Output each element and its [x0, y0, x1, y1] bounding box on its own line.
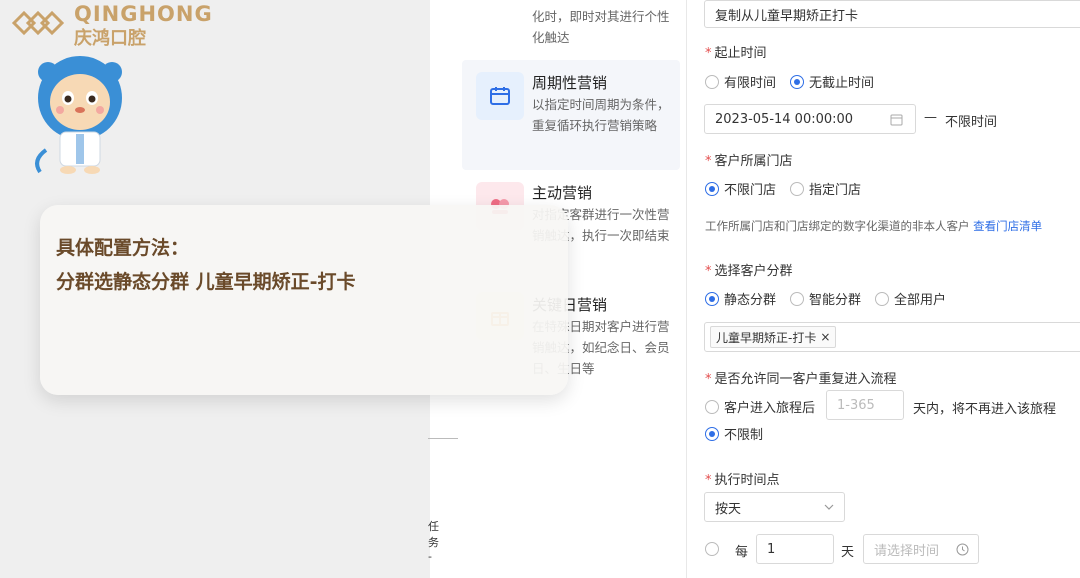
- radio-circle: [705, 399, 719, 414]
- callout-line-1: 具体配置方法：: [56, 237, 190, 259]
- radio-circle: [790, 181, 805, 196]
- every-days-input[interactable]: 1: [756, 534, 834, 564]
- brand-name-en: QINGHONG: [74, 2, 213, 26]
- lion-mascot-icon: [35, 56, 122, 174]
- segment-label: * 选择客户分群: [705, 264, 793, 279]
- range-separator: —: [924, 110, 937, 125]
- brand-logo: QINGHONG 庆鸿口腔: [12, 2, 232, 49]
- marketing-type-card-periodic[interactable]: 周期性营销 以指定时间周期为条件，重复循环执行营销策略: [462, 60, 680, 170]
- radio-circle: [790, 74, 805, 89]
- radio-no-end-time[interactable]: 无截止时间: [790, 72, 874, 91]
- store-label: * 客户所属门店: [705, 154, 793, 169]
- chevron-down-icon: [824, 504, 834, 510]
- radio-limited-time[interactable]: 有限时间: [705, 72, 776, 91]
- radio-circle: [705, 74, 719, 89]
- marketing-type-title: 周期性营销: [532, 74, 608, 92]
- callout-line-2: 分群选静态分群 儿童早期矫正-打卡: [56, 271, 356, 293]
- store-radio-group: 不限门店 指定门店: [705, 179, 875, 198]
- reentry-suffix: 天内，将不再进入该旅程: [913, 402, 1057, 417]
- journey-name-input[interactable]: 复制从儿童早期矫正打卡: [704, 0, 1080, 28]
- radio-circle: [705, 542, 719, 556]
- radio-circle: [790, 291, 805, 306]
- radio-specific-store[interactable]: 指定门店: [790, 179, 861, 198]
- segment-select[interactable]: 儿童早期矫正-打卡 ×: [704, 322, 1080, 352]
- calendar-icon: [890, 114, 903, 126]
- radio-circle: [705, 291, 719, 306]
- brand-logo-icon: [12, 10, 64, 36]
- instruction-callout: 具体配置方法： 分群选静态分群 儿童早期矫正-打卡: [40, 205, 568, 395]
- marketing-type-title: 主动营销: [532, 184, 593, 202]
- reentry-option-limited[interactable]: 客户进入旅程后: [705, 397, 815, 416]
- exec-time-picker[interactable]: 请选择时间: [863, 534, 979, 564]
- time-range-label: * 起止时间: [705, 46, 767, 61]
- day-unit: 天: [841, 545, 855, 560]
- time-range-radio-group: 有限时间 无截止时间: [705, 72, 888, 91]
- radio-all-users[interactable]: 全部用户: [875, 289, 946, 308]
- reentry-label: * 是否允许同一客户重复进入流程: [705, 372, 897, 387]
- close-icon[interactable]: ×: [820, 330, 830, 344]
- every-label: 每: [735, 545, 749, 560]
- marketing-type-card-realtime[interactable]: 化时，即时对其进行个性化触达: [462, 0, 680, 50]
- view-store-list-link[interactable]: 查看门店清单: [973, 219, 1042, 233]
- radio-smart-segment[interactable]: 智能分群: [790, 289, 861, 308]
- calendar-icon: [476, 72, 524, 120]
- segment-tag: 儿童早期矫正-打卡 ×: [710, 326, 837, 348]
- clock-icon: [956, 543, 969, 556]
- brand-name-zh: 庆鸿口腔: [74, 28, 146, 49]
- radio-circle: [705, 181, 719, 196]
- divider-line: [428, 438, 458, 439]
- store-hint: 工作所属门店和门店绑定的数字化渠道的非本人客户 查看门店清单: [705, 219, 1043, 233]
- exec-every-option[interactable]: [705, 542, 724, 556]
- radio-static-segment[interactable]: 静态分群: [705, 289, 776, 308]
- marketing-type-desc: 化时，即时对其进行个性化触达: [532, 9, 670, 45]
- marketing-type-desc: 以指定时间周期为条件，重复循环执行营销策略: [532, 97, 670, 133]
- radio-any-store[interactable]: 不限门店: [705, 179, 776, 198]
- reentry-option-unlimited[interactable]: 不限制: [705, 424, 763, 443]
- end-time-text: 不限时间: [945, 115, 998, 130]
- exec-frequency-select[interactable]: 按天: [704, 492, 845, 522]
- start-date-input[interactable]: 2023-05-14 00:00:00: [704, 104, 916, 134]
- reentry-days-input[interactable]: 1-365: [826, 390, 904, 420]
- config-form: 复制从儿童早期矫正打卡 * 起止时间 有限时间 无截止时间 2023-05-14 …: [687, 0, 1080, 578]
- radio-circle: [705, 426, 719, 441]
- task-snippet: 任务 -: [428, 520, 439, 563]
- exec-time-label: * 执行时间点: [705, 473, 780, 488]
- segment-radio-group: 静态分群 智能分群 全部用户: [705, 289, 960, 308]
- radio-circle: [875, 291, 890, 306]
